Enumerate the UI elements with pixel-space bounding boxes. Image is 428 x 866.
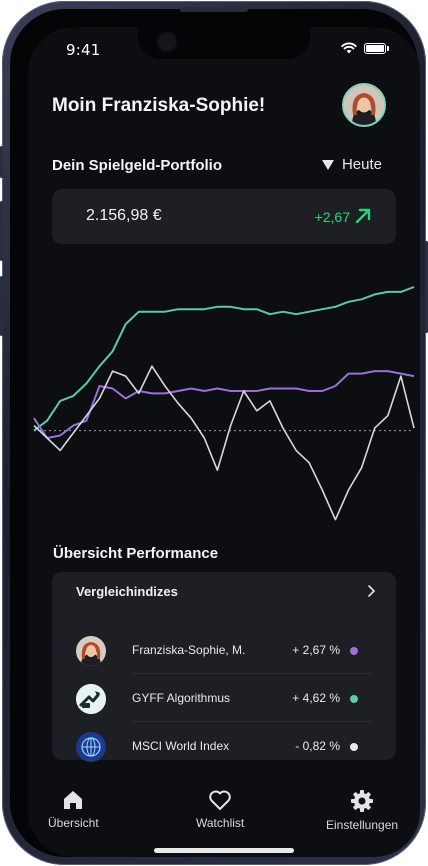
tab-watchlist[interactable]: Watchlist (196, 789, 244, 830)
chevron-right-icon[interactable] (366, 584, 376, 598)
comparison-name: GYFF Algorithmus (132, 691, 231, 705)
mute-switch (0, 146, 3, 178)
performance-title: Übersicht Performance (53, 545, 219, 562)
home-icon (64, 791, 83, 809)
performance-chart[interactable] (28, 272, 420, 552)
period-selector[interactable]: Heute (321, 156, 382, 173)
series-color-dot (350, 695, 358, 703)
phone-frame: 9:41 Moin Franziska-Sophie! Dein Spielge… (0, 1, 428, 865)
comparison-percent: + 4,62 % (292, 691, 340, 705)
comparison-row-msci[interactable]: MSCI World Index - 0,82 % (52, 722, 396, 770)
status-time: 9:41 (66, 41, 101, 59)
arrow-up-right-icon (355, 208, 371, 224)
period-label: Heute (341, 156, 382, 173)
comparison-header: Vergleichindizes (76, 584, 178, 599)
home-indicator (154, 848, 294, 853)
tab-watchlist-label: Watchlist (196, 816, 245, 830)
front-camera (158, 33, 176, 51)
comparison-row-portfolio[interactable]: Franziska-Sophie, M. + 2,67 % (52, 626, 396, 674)
greeting-title: Moin Franziska-Sophie! (52, 95, 266, 116)
app-screen: 9:41 Moin Franziska-Sophie! Dein Spielge… (28, 27, 420, 857)
tab-settings-label: Einstellungen (326, 818, 399, 832)
comparison-row-algorithm[interactable]: GYFF Algorithmus + 4,62 % (52, 674, 396, 722)
top-speaker (180, 7, 248, 12)
tab-overview-label: Übersicht (48, 816, 99, 830)
user-avatar-icon (76, 636, 106, 666)
status-icons (341, 42, 389, 54)
comparison-percent: + 2,67 % (292, 643, 340, 657)
wifi-icon (341, 42, 357, 54)
portfolio-change: +2,67 (314, 209, 350, 225)
tab-settings[interactable]: Einstellungen (326, 789, 398, 832)
caret-down-icon (321, 159, 334, 170)
tab-bar: Übersicht Watchlist Einstellungen (28, 789, 420, 849)
comparison-percent: - 0,82 % (295, 739, 340, 753)
robot-hand-icon (76, 684, 106, 714)
volume-up-button (0, 201, 3, 261)
globe-icon (76, 732, 106, 762)
comparison-card: Vergleichindizes Franziska-Sophie, M. + … (52, 572, 396, 762)
comparison-name: MSCI World Index (132, 739, 230, 753)
portfolio-value-card: 2.156,98 € +2,67 (52, 189, 396, 244)
series-line-1 (33, 370, 415, 439)
heart-icon (209, 790, 231, 810)
profile-avatar[interactable] (342, 83, 386, 127)
user-avatar-icon (344, 85, 384, 125)
comparison-name: Franziska-Sophie, M. (132, 643, 246, 657)
gear-icon (351, 790, 374, 812)
battery-icon (364, 42, 389, 54)
series-color-dot (350, 647, 358, 655)
bezel: 9:41 Moin Franziska-Sophie! Dein Spielge… (10, 7, 420, 857)
volume-down-button (0, 276, 3, 336)
series-color-dot (350, 743, 358, 751)
tab-overview[interactable]: Übersicht (48, 789, 99, 830)
portfolio-value: 2.156,98 € (86, 207, 162, 224)
portfolio-title: Dein Spielgeld-Portfolio (52, 157, 223, 174)
